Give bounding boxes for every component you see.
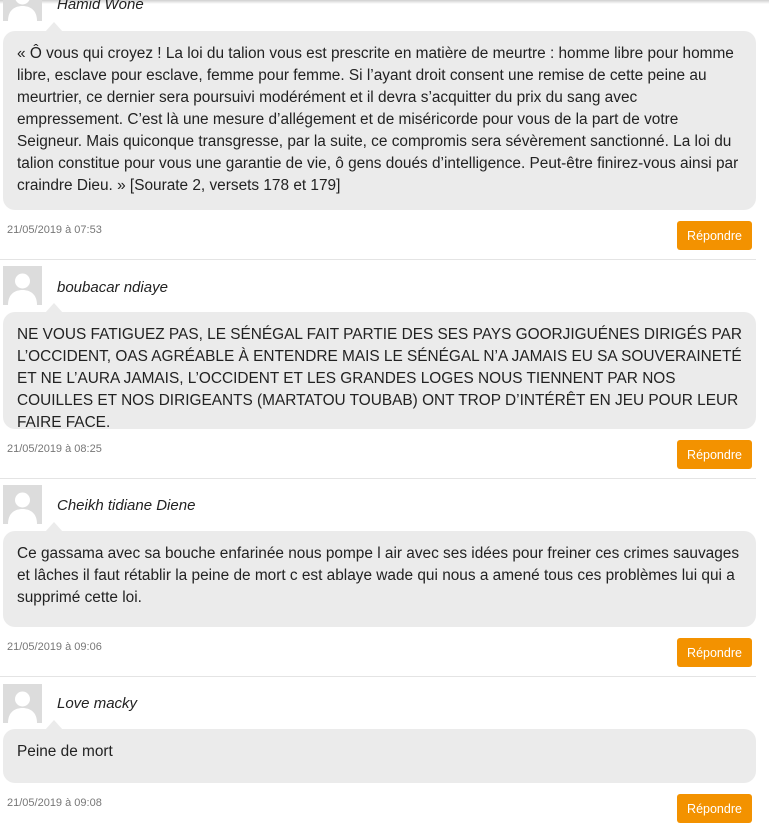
reply-button[interactable]: Répondre (677, 440, 752, 469)
user-placeholder-icon (8, 691, 37, 723)
comment-text: Peine de mort (17, 743, 113, 760)
reply-button[interactable]: Répondre (677, 794, 752, 823)
comment-author: Hamid Wone (57, 0, 144, 13)
comment-body: « Ô vous qui croyez ! La loi du talion v… (3, 22, 756, 210)
comment-author: Cheikh tidiane Diene (57, 497, 196, 514)
comment-body: Ce gassama avec sa bouche enfarinée nous… (3, 522, 756, 627)
comment-divider (0, 478, 756, 479)
comment-date: 21/05/2019 à 09:06 (7, 641, 102, 653)
avatar (3, 684, 42, 723)
avatar (3, 266, 42, 305)
comment-author: Love macky (57, 695, 138, 712)
comment-divider (0, 676, 756, 677)
comment-body: NE VOUS FATIGUEZ PAS, LE SÉNÉGAL FAIT PA… (3, 303, 756, 431)
comment-date: 21/05/2019 à 09:08 (7, 797, 102, 809)
comment-text: « Ô vous qui croyez ! La loi du talion v… (17, 45, 739, 194)
user-placeholder-icon (8, 492, 37, 524)
comment-date: 21/05/2019 à 08:25 (7, 443, 102, 455)
comment-author: boubacar ndiaye (57, 279, 168, 296)
reply-button[interactable]: Répondre (677, 221, 752, 250)
comment-date: 21/05/2019 à 07:53 (7, 224, 102, 236)
comment-text: NE VOUS FATIGUEZ PAS, LE SÉNÉGAL FAIT PA… (17, 326, 742, 431)
comment-body: Peine de mort (3, 720, 756, 783)
comment-divider (0, 259, 756, 260)
avatar (3, 0, 42, 21)
avatar (3, 485, 42, 524)
user-placeholder-icon (8, 273, 37, 305)
user-placeholder-icon (8, 0, 37, 21)
comment-text: Ce gassama avec sa bouche enfarinée nous… (17, 545, 740, 606)
reply-button[interactable]: Répondre (677, 638, 752, 667)
